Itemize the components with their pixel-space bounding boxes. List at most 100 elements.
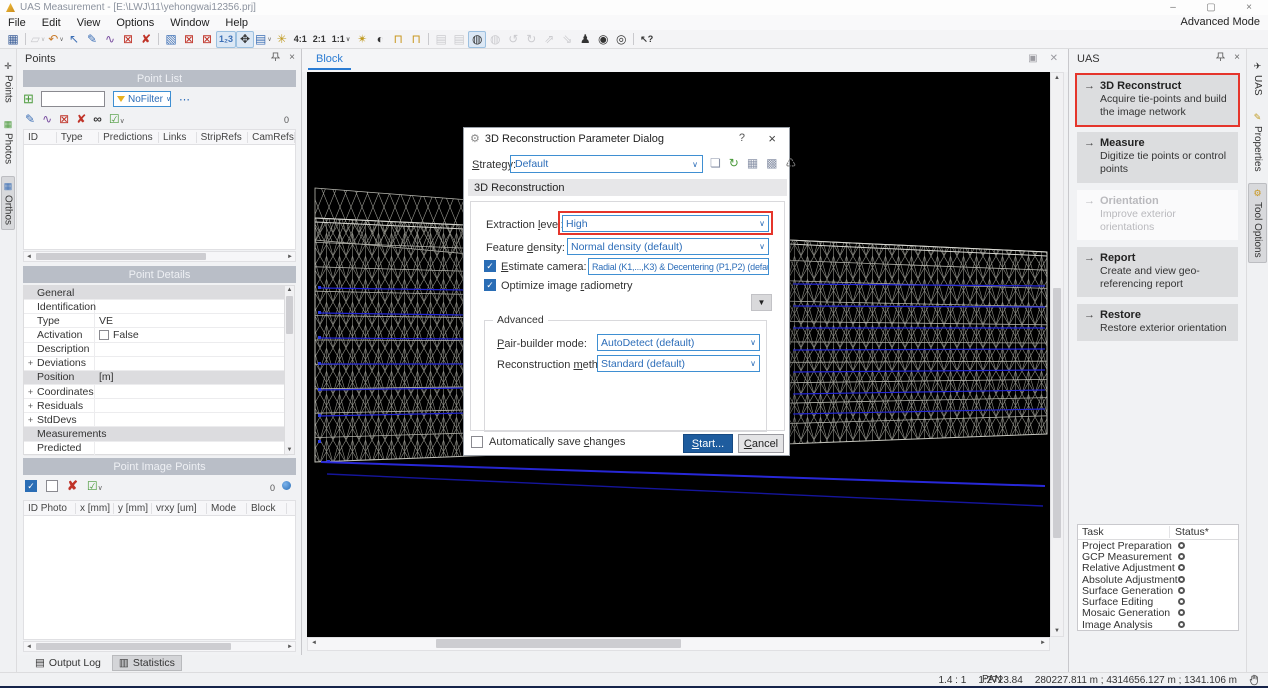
point-image-points-hscrollbar[interactable]: ◄► [23,641,296,652]
reload-strategy-icon[interactable]: ↻ [729,156,739,170]
show-predicted-checkbox[interactable] [46,480,58,492]
menu-item[interactable]: View [69,17,109,29]
toolbar-separator[interactable] [425,31,432,48]
detail-row[interactable]: General [24,286,288,300]
pair-builder-mode-select[interactable]: AutoDetect (default)∨ [597,334,760,351]
task-column-header[interactable]: Task [1078,526,1170,538]
start-button[interactable]: Start... [683,434,733,453]
pin-icon[interactable] [1216,52,1225,63]
delete-photo-point-icon[interactable]: ⊠ [59,112,69,126]
paste-icon[interactable]: ▱ [29,31,47,48]
tab-statistics[interactable]: ▥ Statistics [112,655,182,671]
column-header[interactable]: vrxy [um] [152,503,207,514]
column-header[interactable]: Predictions [99,132,159,143]
task-row[interactable]: Image Analysis [1078,619,1238,630]
remove-all-photos-icon[interactable]: ⊠ [198,31,216,48]
extraction-level-select[interactable]: High∨ [562,215,769,232]
pan-icon[interactable]: ✥ [236,31,254,48]
autosave-checkbox[interactable] [471,436,483,448]
next-photo-icon[interactable]: ▤ [450,31,468,48]
tab-properties[interactable]: ✎ Properties [1248,108,1267,176]
zoom-4-1-button[interactable]: 4:1 [291,31,310,48]
camera-pose-icon[interactable]: ♟ [576,31,594,48]
status-column-header[interactable]: Status* [1170,526,1209,538]
remove-photo-icon[interactable]: ⊠ [180,31,198,48]
dialog-help-button[interactable]: ? [739,132,745,144]
digitize-path-icon[interactable]: ∿ [42,112,52,126]
tab-output-log[interactable]: ▤ Output Log [29,656,107,670]
point-filter-select[interactable]: NoFilter ∨ [113,91,171,107]
delete-point-icon[interactable]: ✘ [137,31,155,48]
close-button[interactable]: × [1230,0,1268,15]
detail-row[interactable]: Measurements [24,427,288,441]
detail-row[interactable]: Coordinates [24,385,288,399]
collapse-advanced-button[interactable]: ▼ [751,294,772,311]
detail-row[interactable]: StdDevs [24,413,288,427]
column-header[interactable]: Links [159,132,197,143]
task-row[interactable]: Mosaic Generation [1078,608,1238,619]
uas-item-report[interactable]: → Report Create and view geo-referencing… [1077,247,1238,297]
detail-row[interactable]: Predicted [24,442,288,456]
rotate-photo-right-icon[interactable]: ⇘ [558,31,576,48]
uas-item-3d-reconstruct[interactable]: → 3D Reconstruct Acquire tie-points and … [1077,75,1238,125]
task-row[interactable]: Relative Adjustment [1078,563,1238,574]
add-point-icon[interactable]: ⊞ [23,91,34,107]
digitize-point-icon[interactable]: ✎ [83,31,101,48]
toolbar-separator[interactable] [630,31,637,48]
task-row[interactable]: Surface Generation [1078,585,1238,596]
tab-block[interactable]: Block [308,51,351,70]
tie-network-icon[interactable]: ✳ [273,31,291,48]
viewport-vscrollbar[interactable]: ▲ ▼ [1050,72,1064,637]
detail-row[interactable]: Type VE [24,314,288,328]
menu-item[interactable]: Options [108,17,162,29]
save-icon[interactable]: ▦ [4,31,22,48]
globe-pair-icon[interactable]: ◎ [612,31,630,48]
globe-icon[interactable]: ◉ [594,31,612,48]
menu-item[interactable]: File [0,17,34,29]
close-panel-icon[interactable]: × [289,52,295,63]
mono-view-icon[interactable]: ◍ [486,31,504,48]
lock-icon[interactable]: ⊓ [407,31,425,48]
find-icon[interactable]: ∞ [93,112,102,126]
value-checkbox[interactable] [99,330,109,340]
close-panel-icon[interactable]: × [1234,52,1240,63]
contrast-icon[interactable]: ◐ [371,31,389,48]
display-options-icon[interactable]: ▤ [254,31,273,48]
task-row[interactable]: Absolute Adjustment [1078,574,1238,585]
reconstruction-method-select[interactable]: Standard (default)∨ [597,355,760,372]
detail-row[interactable]: Position [m] [24,371,288,385]
column-header[interactable]: Mode [207,503,247,514]
close-view-icon[interactable]: ✕ [1050,53,1058,64]
detail-row[interactable]: Deviations [24,357,288,371]
delete-image-point-icon[interactable]: ✘ [67,478,78,494]
menu-item[interactable]: Edit [34,17,69,29]
cancel-button[interactable]: Cancel [738,434,784,453]
lock-open-icon[interactable]: ⊓ [389,31,407,48]
task-row[interactable]: GCP Measurement [1078,551,1238,562]
new-strategy-icon[interactable]: ❏ [710,156,721,170]
column-header[interactable]: ID [24,132,57,143]
detail-row[interactable]: Activation False [24,328,288,342]
detail-row[interactable]: Residuals [24,399,288,413]
detail-row[interactable]: Identification [24,300,288,314]
column-header[interactable]: Block [247,503,287,514]
point-list-hscrollbar[interactable]: ◄► [23,251,296,262]
dialog-close-button[interactable]: × [768,131,776,146]
estimate-camera-checkbox[interactable]: ✓ [484,260,496,272]
zoom-1-1-button[interactable]: 1:1 [329,31,353,48]
column-header[interactable]: CamRefs [248,132,295,143]
prev-photo-icon[interactable]: ▤ [432,31,450,48]
restore-view-icon[interactable]: ▣ [1028,53,1037,64]
menu-item[interactable]: Window [162,17,217,29]
filter-more-button[interactable]: ⋯ [179,93,191,106]
uas-item-measure[interactable]: → Measure Digitize tie points or control… [1077,132,1238,182]
tab-uas[interactable]: ✈ UAS [1248,57,1267,100]
strategy-select[interactable]: Default∨ [510,155,703,173]
tab-tool-options[interactable]: ⚙ Tool Options [1248,183,1267,263]
zoom-in-photo-icon[interactable]: ↻ [522,31,540,48]
column-header[interactable]: ID Photo [24,503,76,514]
detail-row[interactable]: Description [24,343,288,357]
save-strategy-icon[interactable]: ▦ [747,156,758,170]
column-header[interactable]: y [mm] [114,503,152,514]
show-measured-checkbox[interactable]: ✓ [25,480,37,492]
